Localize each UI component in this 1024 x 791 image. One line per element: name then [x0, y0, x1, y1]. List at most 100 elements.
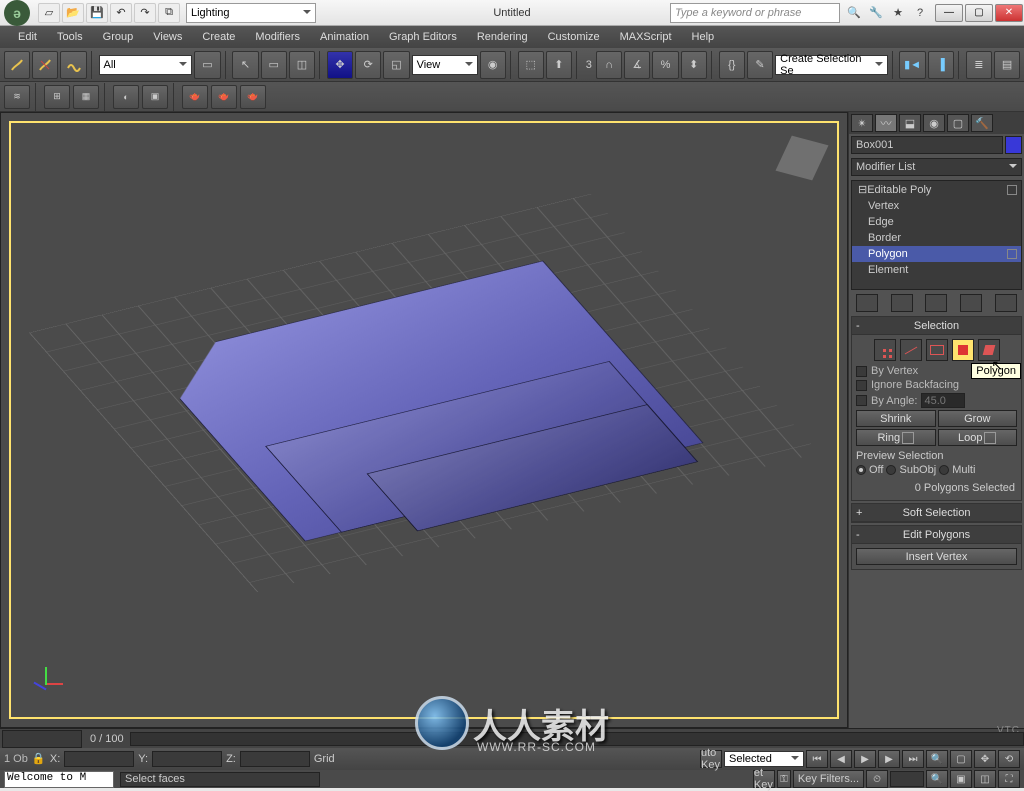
render-frame-icon[interactable]: ▣ — [142, 85, 168, 109]
goto-end-icon[interactable]: ⏭ — [902, 750, 924, 768]
tab-modify-icon[interactable]: 〰 — [875, 114, 897, 132]
show-end-icon[interactable] — [891, 294, 913, 312]
nav-region-icon[interactable]: ◫ — [974, 770, 996, 788]
menu-create[interactable]: Create — [192, 31, 245, 43]
nav-pan-icon[interactable]: ✥ — [974, 750, 996, 768]
play-icon[interactable]: ▶ — [854, 750, 876, 768]
selection-set-dropdown[interactable]: Create Selection Se — [775, 55, 888, 75]
insert-vertex-button[interactable]: Insert Vertex — [856, 548, 1017, 565]
stack-element[interactable]: Element — [852, 262, 1021, 278]
maximize-button[interactable]: ▢ — [965, 4, 993, 22]
star-icon[interactable]: ★ — [888, 3, 908, 23]
stack-vertex[interactable]: Vertex — [852, 198, 1021, 214]
modifier-stack[interactable]: ⊟ Editable Poly Vertex Edge Border Polyg… — [851, 180, 1022, 290]
radio-subobj[interactable] — [886, 465, 896, 475]
prev-frame-icon[interactable]: ◀ — [830, 750, 852, 768]
stack-border[interactable]: Border — [852, 230, 1021, 246]
grow-button[interactable]: Grow — [938, 410, 1018, 427]
autokey-button[interactable]: uto Key — [700, 750, 722, 768]
nav-zoomall-icon[interactable]: 🔍 — [926, 770, 948, 788]
tab-motion-icon[interactable]: ◉ — [923, 114, 945, 132]
radio-multi[interactable] — [939, 465, 949, 475]
menu-edit[interactable]: Edit — [8, 31, 47, 43]
rollout-selection-header[interactable]: -Selection — [852, 317, 1021, 335]
selection-filter-dropdown[interactable]: All — [99, 55, 193, 75]
chk-by-angle[interactable] — [856, 395, 867, 406]
viewcube[interactable] — [775, 136, 828, 181]
menu-group[interactable]: Group — [93, 31, 144, 43]
goto-start-icon[interactable]: ⏮ — [806, 750, 828, 768]
render-setup-icon[interactable]: ◐ — [113, 85, 139, 109]
search-input[interactable]: Type a keyword or phrase — [670, 3, 840, 23]
link-icon[interactable]: ⧉ — [158, 3, 180, 23]
pivot-icon[interactable]: ◉ — [480, 51, 506, 79]
tab-utilities-icon[interactable]: 🔨 — [971, 114, 993, 132]
teapot1-icon[interactable]: 🫖 — [182, 85, 208, 109]
coord-x[interactable] — [64, 751, 134, 767]
layers-icon[interactable]: ≣ — [966, 51, 992, 79]
rotate-icon[interactable]: ⟳ — [355, 51, 381, 79]
move-icon[interactable]: ✥ — [327, 51, 353, 79]
tab-create-icon[interactable]: ✴ — [851, 114, 873, 132]
edit-selset-icon[interactable]: ✎ — [747, 51, 773, 79]
angle-snap-icon[interactable]: ∡ — [624, 51, 650, 79]
spinner-snap-icon[interactable]: ⬍ — [681, 51, 707, 79]
shrink-button[interactable]: Shrink — [856, 410, 936, 427]
nav-fov-icon[interactable]: ▢ — [950, 750, 972, 768]
object-color-swatch[interactable] — [1005, 136, 1022, 154]
redo-icon[interactable]: ↷ — [134, 3, 156, 23]
loop-button[interactable]: Loop — [938, 429, 1018, 446]
nav-zoom-icon[interactable]: 🔍 — [926, 750, 948, 768]
menu-tools[interactable]: Tools — [47, 31, 93, 43]
time-config-icon[interactable]: ⏲ — [866, 770, 888, 788]
key-icon[interactable]: ⚿ — [777, 770, 791, 788]
menu-help[interactable]: Help — [682, 31, 725, 43]
rollout-softsel-header[interactable]: +Soft Selection — [852, 504, 1021, 522]
link-icon[interactable] — [4, 51, 30, 79]
align-icon[interactable]: ▐ — [928, 51, 954, 79]
teapot2-icon[interactable]: 🫖 — [211, 85, 237, 109]
configure-icon[interactable] — [995, 294, 1017, 312]
coord-y[interactable] — [152, 751, 222, 767]
subobj-vertex-icon[interactable] — [874, 339, 896, 361]
new-icon[interactable]: ▱ — [38, 3, 60, 23]
curve-editor-icon[interactable]: ≋ — [4, 85, 30, 109]
track-bar[interactable] — [130, 732, 1024, 746]
workspace-dropdown[interactable]: Lighting — [186, 3, 316, 23]
time-slider[interactable]: 0 / 100 — [0, 728, 1024, 748]
mirror-icon[interactable]: ▮◄ — [899, 51, 925, 79]
viewport[interactable] — [0, 112, 848, 728]
ring-button[interactable]: Ring — [856, 429, 936, 446]
rollout-editpoly-header[interactable]: -Edit Polygons — [852, 526, 1021, 544]
keyboard-shortcut-icon[interactable]: ⬆ — [546, 51, 572, 79]
menu-animation[interactable]: Animation — [310, 31, 379, 43]
select-rect-icon[interactable]: ▭ — [261, 51, 287, 79]
snap-toggle-icon[interactable]: ∩ — [596, 51, 622, 79]
binoculars-icon[interactable]: 🔍 — [844, 3, 864, 23]
keymode-dropdown[interactable]: Selected — [724, 751, 804, 767]
subobj-border-icon[interactable] — [926, 339, 948, 361]
select-object-icon[interactable]: ▭ — [194, 51, 220, 79]
modifier-list-dropdown[interactable]: Modifier List — [851, 158, 1022, 176]
open-icon[interactable]: 📂 — [62, 3, 84, 23]
frame-thumb[interactable] — [2, 730, 82, 748]
remove-mod-icon[interactable] — [960, 294, 982, 312]
material-editor-icon[interactable]: ▦ — [73, 85, 99, 109]
menu-modifiers[interactable]: Modifiers — [245, 31, 310, 43]
manipulate-icon[interactable]: ⬚ — [518, 51, 544, 79]
key-icon[interactable]: 🔧 — [866, 3, 886, 23]
scale-icon[interactable]: ◱ — [383, 51, 409, 79]
viewport-perspective[interactable] — [9, 121, 839, 719]
menu-views[interactable]: Views — [143, 31, 192, 43]
radio-off[interactable] — [856, 465, 866, 475]
select-icon[interactable]: ↖ — [232, 51, 258, 79]
window-crossing-icon[interactable]: ◫ — [289, 51, 315, 79]
lock-icon[interactable]: 🔒 — [32, 752, 46, 766]
subobj-edge-icon[interactable] — [900, 339, 922, 361]
nav-zoomext-icon[interactable]: ▣ — [950, 770, 972, 788]
setkey-button[interactable]: et Key — [753, 770, 775, 788]
chk-by-vertex[interactable] — [856, 366, 867, 377]
next-frame-icon[interactable]: ▶ — [878, 750, 900, 768]
object-name-input[interactable] — [851, 136, 1003, 154]
key-filters-button[interactable]: Key Filters... — [793, 770, 864, 788]
